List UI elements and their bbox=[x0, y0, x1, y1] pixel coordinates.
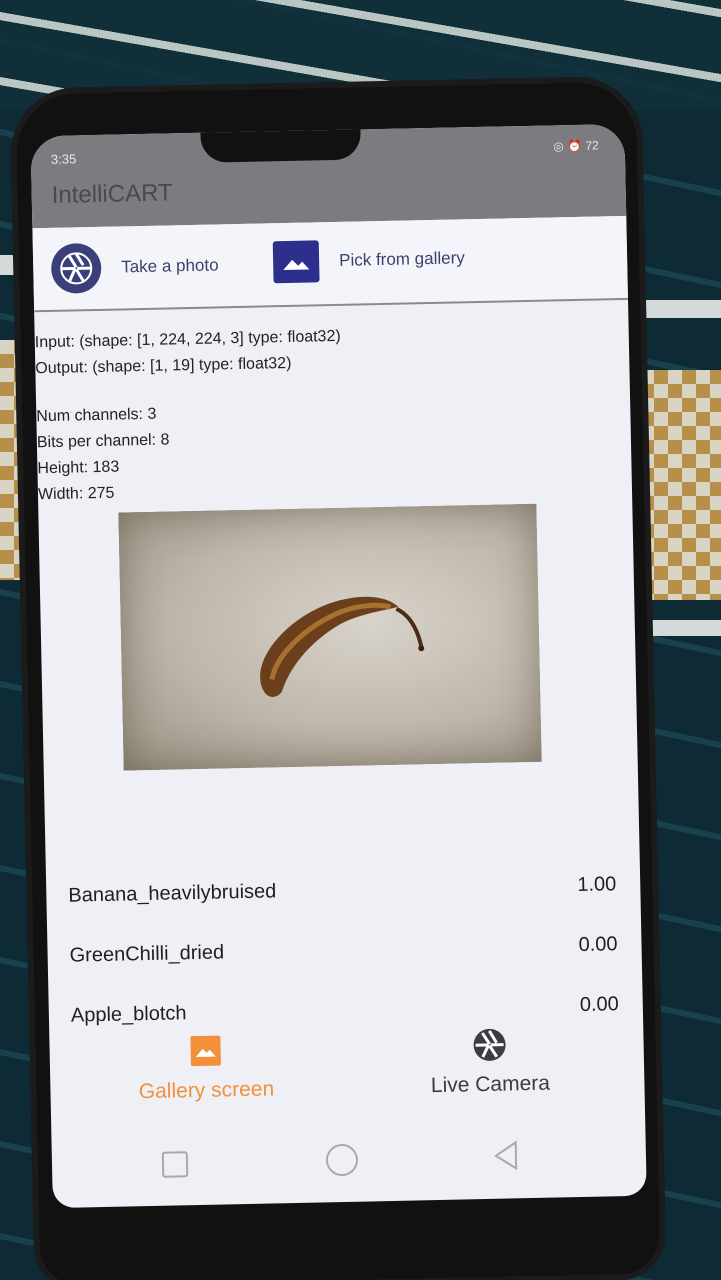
result-score: 0.00 bbox=[579, 992, 619, 1016]
nav-live-camera[interactable]: Live Camera bbox=[389, 1025, 590, 1099]
system-navigation-bar bbox=[52, 1134, 647, 1196]
results-list: Banana_heavilybruised 1.00 GreenChilli_d… bbox=[68, 854, 620, 1045]
selected-photo bbox=[118, 503, 542, 771]
result-label: Apple_blotch bbox=[70, 1001, 187, 1027]
banana-image bbox=[260, 596, 425, 697]
take-photo-button[interactable]: Take a photo bbox=[50, 240, 219, 294]
camera-aperture-icon bbox=[50, 242, 102, 294]
back-button[interactable] bbox=[492, 1140, 521, 1176]
result-score: 0.00 bbox=[578, 932, 618, 956]
model-info: Input: (shape: [1, 224, 224, 3] type: fl… bbox=[35, 318, 633, 508]
camera-notch bbox=[200, 123, 362, 163]
camera-aperture-icon bbox=[473, 1028, 506, 1061]
result-label: Banana_heavilybruised bbox=[68, 879, 277, 907]
phone-screen: 3:35 ◎ ⏰ 72 IntelliCART Take a photo Pic… bbox=[30, 123, 647, 1209]
back-triangle-icon bbox=[494, 1140, 518, 1171]
home-button[interactable] bbox=[325, 1143, 359, 1177]
action-row: Take a photo Pick from gallery bbox=[32, 215, 629, 313]
status-time: 3:35 bbox=[50, 151, 77, 167]
take-photo-label: Take a photo bbox=[121, 255, 219, 277]
app-bar: 3:35 ◎ ⏰ 72 IntelliCART bbox=[30, 123, 627, 229]
status-indicators: ◎ ⏰ 72 bbox=[553, 138, 599, 154]
recent-apps-button[interactable] bbox=[161, 1151, 189, 1178]
pick-from-gallery-button[interactable]: Pick from gallery bbox=[272, 233, 466, 287]
nav-gallery-screen[interactable]: Gallery screen bbox=[105, 1031, 306, 1105]
nav-gallery-label: Gallery screen bbox=[138, 1077, 275, 1104]
nav-live-camera-label: Live Camera bbox=[430, 1071, 551, 1098]
bottom-navigation: Gallery screen Live Camera bbox=[49, 1024, 645, 1126]
image-gallery-icon bbox=[272, 240, 320, 284]
gallery-icon bbox=[190, 1035, 221, 1067]
result-score: 1.00 bbox=[577, 872, 617, 896]
result-label: GreenChilli_dried bbox=[69, 940, 225, 967]
app-title: IntelliCART bbox=[51, 179, 173, 209]
phone: 3:35 ◎ ⏰ 72 IntelliCART Take a photo Pic… bbox=[15, 81, 661, 1280]
pick-from-gallery-label: Pick from gallery bbox=[338, 248, 465, 270]
